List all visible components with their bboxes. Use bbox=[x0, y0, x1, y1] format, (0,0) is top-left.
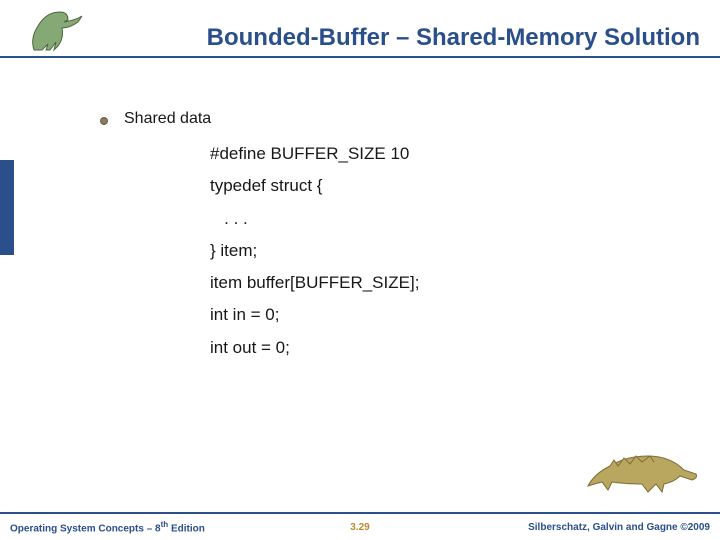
sidebar-accent bbox=[0, 160, 14, 255]
footer-left: Operating System Concepts – 8th Edition bbox=[10, 520, 205, 534]
code-line: } item; bbox=[210, 235, 680, 267]
code-block: #define BUFFER_SIZE 10 typedef struct { … bbox=[210, 138, 680, 364]
slide-content: Shared data #define BUFFER_SIZE 10 typed… bbox=[100, 110, 680, 364]
header-rule bbox=[0, 56, 720, 58]
dinosaur-top-icon bbox=[24, 2, 94, 58]
code-line: #define BUFFER_SIZE 10 bbox=[210, 138, 680, 170]
footer-book-suffix: Edition bbox=[168, 523, 205, 534]
bullet-item: Shared data bbox=[100, 110, 680, 128]
footer-copyright: Silberschatz, Galvin and Gagne ©2009 bbox=[528, 522, 710, 533]
slide-footer: Operating System Concepts – 8th Edition … bbox=[0, 512, 720, 540]
slide-header: Bounded-Buffer – Shared-Memory Solution bbox=[0, 0, 720, 56]
footer-page-number: 3.29 bbox=[350, 522, 369, 533]
footer-book-prefix: Operating System Concepts – 8 bbox=[10, 523, 161, 534]
bullet-label: Shared data bbox=[124, 110, 211, 128]
code-line: typedef struct { bbox=[210, 170, 680, 202]
dinosaur-bottom-icon bbox=[584, 434, 704, 494]
code-line: . . . bbox=[210, 203, 680, 235]
code-line: item buffer[BUFFER_SIZE]; bbox=[210, 267, 680, 299]
page-title: Bounded-Buffer – Shared-Memory Solution bbox=[0, 24, 720, 52]
code-line: int in = 0; bbox=[210, 299, 680, 331]
bullet-dot-icon bbox=[100, 117, 108, 125]
code-line: int out = 0; bbox=[210, 332, 680, 364]
